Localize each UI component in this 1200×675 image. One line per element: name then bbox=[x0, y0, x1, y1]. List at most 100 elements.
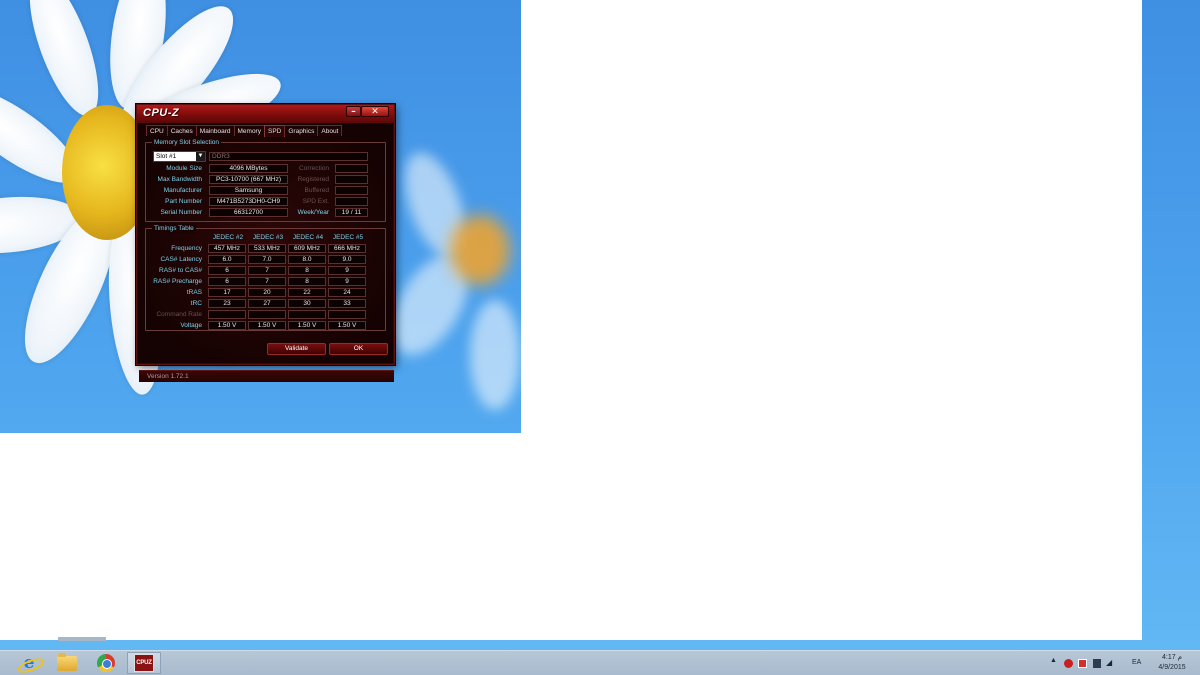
close-button[interactable]: ✕ bbox=[361, 106, 389, 117]
buffered-label: Buffered bbox=[304, 187, 329, 194]
blank-app-window-bottom bbox=[0, 433, 1142, 640]
registered-label: Registered bbox=[297, 176, 329, 183]
clock[interactable]: 4:17 ‏م 4/9/2015 bbox=[1152, 653, 1192, 673]
correction-value bbox=[335, 164, 368, 173]
timing-cell: 9 bbox=[328, 277, 366, 286]
language-indicator[interactable]: EA bbox=[1132, 659, 1141, 666]
antivirus-icon[interactable] bbox=[1064, 659, 1073, 668]
timing-cell: 1.50 V bbox=[328, 321, 366, 330]
taskbar-file-explorer[interactable] bbox=[50, 652, 84, 674]
part-number-label: Part Number bbox=[165, 198, 202, 205]
chrome-icon bbox=[97, 654, 115, 672]
tab-spd[interactable]: SPD bbox=[263, 125, 286, 137]
cpuz-titlebar[interactable]: CPU-Z – ✕ bbox=[137, 105, 394, 123]
minimize-button[interactable]: – bbox=[346, 106, 361, 117]
timing-row-label: Frequency bbox=[171, 245, 202, 252]
memory-slot-selection-group: Memory Slot Selection Slot #1 ▼ DDR3 Mod… bbox=[145, 138, 386, 222]
timing-cell: 33 bbox=[328, 299, 366, 308]
registered-value bbox=[335, 175, 368, 184]
show-hidden-icons-icon[interactable]: ▲ bbox=[1050, 657, 1057, 664]
tab-caches[interactable]: Caches bbox=[166, 125, 197, 136]
ok-button[interactable]: OK bbox=[329, 343, 388, 355]
timing-row-label: Voltage bbox=[180, 322, 202, 329]
timing-cell bbox=[288, 310, 326, 319]
timing-row-label: tRC bbox=[190, 300, 202, 307]
timing-cell: 8.0 bbox=[288, 255, 326, 264]
timing-cell bbox=[328, 310, 366, 319]
timing-cell: 23 bbox=[208, 299, 246, 308]
group-label: Memory Slot Selection bbox=[152, 138, 222, 147]
timing-cell: 24 bbox=[328, 288, 366, 297]
tab-about[interactable]: About bbox=[317, 125, 343, 136]
tab-memory[interactable]: Memory bbox=[233, 125, 265, 136]
timing-cell bbox=[208, 310, 246, 319]
slot-select-value: Slot #1 bbox=[156, 153, 177, 160]
week-year-value: 19 / 11 bbox=[335, 208, 368, 217]
memory-type-value: DDR3 bbox=[209, 152, 368, 161]
status-bar: Version 1.72.1 bbox=[139, 370, 394, 382]
max-bandwidth-value: PC3-10700 (667 MHz) bbox=[209, 175, 288, 184]
timing-cell: 8 bbox=[288, 277, 326, 286]
timing-header: JEDEC #3 bbox=[252, 234, 284, 241]
timing-row-label: RAS# to CAS# bbox=[159, 267, 202, 274]
cpuz-icon: CPUZ bbox=[134, 654, 154, 672]
serial-number-value: 66312700 bbox=[209, 208, 288, 217]
chevron-down-icon[interactable]: ▼ bbox=[196, 152, 205, 161]
buffered-value bbox=[335, 186, 368, 195]
timing-row-label: RAS# Precharge bbox=[153, 278, 202, 285]
taskbar-internet-explorer[interactable]: e bbox=[12, 652, 46, 674]
correction-label: Correction bbox=[299, 165, 329, 172]
network-icon[interactable] bbox=[1093, 659, 1101, 668]
timing-cell: 1.50 V bbox=[208, 321, 246, 330]
group-label: Timings Table bbox=[152, 224, 196, 233]
validate-button[interactable]: Validate bbox=[267, 343, 326, 355]
timing-cell: 457 MHz bbox=[208, 244, 246, 253]
week-year-label: Week/Year bbox=[297, 209, 329, 216]
tab-graphics[interactable]: Graphics bbox=[284, 125, 319, 136]
cpuz-body: CPU Caches Mainboard Memory SPD Graphics… bbox=[138, 123, 394, 382]
flag-icon[interactable] bbox=[1078, 659, 1087, 668]
taskbar-cpuz[interactable]: CPUZ bbox=[127, 652, 161, 674]
cpuz-window: CPU-Z – ✕ CPU Caches Mainboard Memory SP… bbox=[136, 104, 395, 382]
timing-cell: 9.0 bbox=[328, 255, 366, 264]
timing-cell: 6 bbox=[208, 277, 246, 286]
timing-cell: 7 bbox=[248, 277, 286, 286]
timing-cell: 533 MHz bbox=[248, 244, 286, 253]
timing-cell: 7 bbox=[248, 266, 286, 275]
timing-cell: 17 bbox=[208, 288, 246, 297]
timing-cell: 609 MHz bbox=[288, 244, 326, 253]
system-tray: ▲ ◢ EA 4:17 ‏م 4/9/2015 bbox=[1040, 651, 1200, 675]
tab-cpu[interactable]: CPU bbox=[146, 125, 168, 136]
timing-header: JEDEC #2 bbox=[212, 234, 244, 241]
timing-cell: 8 bbox=[288, 266, 326, 275]
timing-cell: 22 bbox=[288, 288, 326, 297]
window-title: CPU-Z bbox=[143, 107, 180, 119]
timing-cell: 30 bbox=[288, 299, 326, 308]
tab-mainboard[interactable]: Mainboard bbox=[195, 125, 235, 136]
timing-cell: 9 bbox=[328, 266, 366, 275]
timing-cell: 6 bbox=[208, 266, 246, 275]
timing-cell: 1.50 V bbox=[288, 321, 326, 330]
window-edge-strip bbox=[58, 637, 106, 641]
max-bandwidth-label: Max Bandwidth bbox=[157, 176, 202, 183]
timing-row-label: Command Rate bbox=[156, 311, 202, 318]
manufacturer-value: Samsung bbox=[209, 186, 288, 195]
module-size-value: 4096 MBytes bbox=[209, 164, 288, 173]
taskbar: e CPUZ ▲ ◢ EA 4:17 ‏م 4/9/2015 bbox=[0, 650, 1200, 675]
spd-ext-value bbox=[335, 197, 368, 206]
timing-row-label: CAS# Latency bbox=[160, 256, 202, 263]
ie-icon: e bbox=[20, 654, 38, 672]
part-number-value: M471B5273DH0-CH9 bbox=[209, 197, 288, 206]
version-label: Version 1.72.1 bbox=[147, 373, 189, 380]
taskbar-chrome[interactable] bbox=[89, 652, 123, 674]
timings-table-group: Timings Table JEDEC #2 JEDEC #3 JEDEC #4… bbox=[145, 224, 386, 331]
volume-icon[interactable]: ◢ bbox=[1106, 658, 1112, 667]
timing-cell: 27 bbox=[248, 299, 286, 308]
timing-cell bbox=[248, 310, 286, 319]
slot-select[interactable]: Slot #1 ▼ bbox=[153, 151, 206, 162]
manufacturer-label: Manufacturer bbox=[163, 187, 202, 194]
timing-header: JEDEC #4 bbox=[292, 234, 324, 241]
tab-bar: CPU Caches Mainboard Memory SPD Graphics… bbox=[146, 125, 343, 137]
timing-row-label: tRAS bbox=[186, 289, 202, 296]
clock-date: 4/9/2015 bbox=[1158, 664, 1186, 671]
